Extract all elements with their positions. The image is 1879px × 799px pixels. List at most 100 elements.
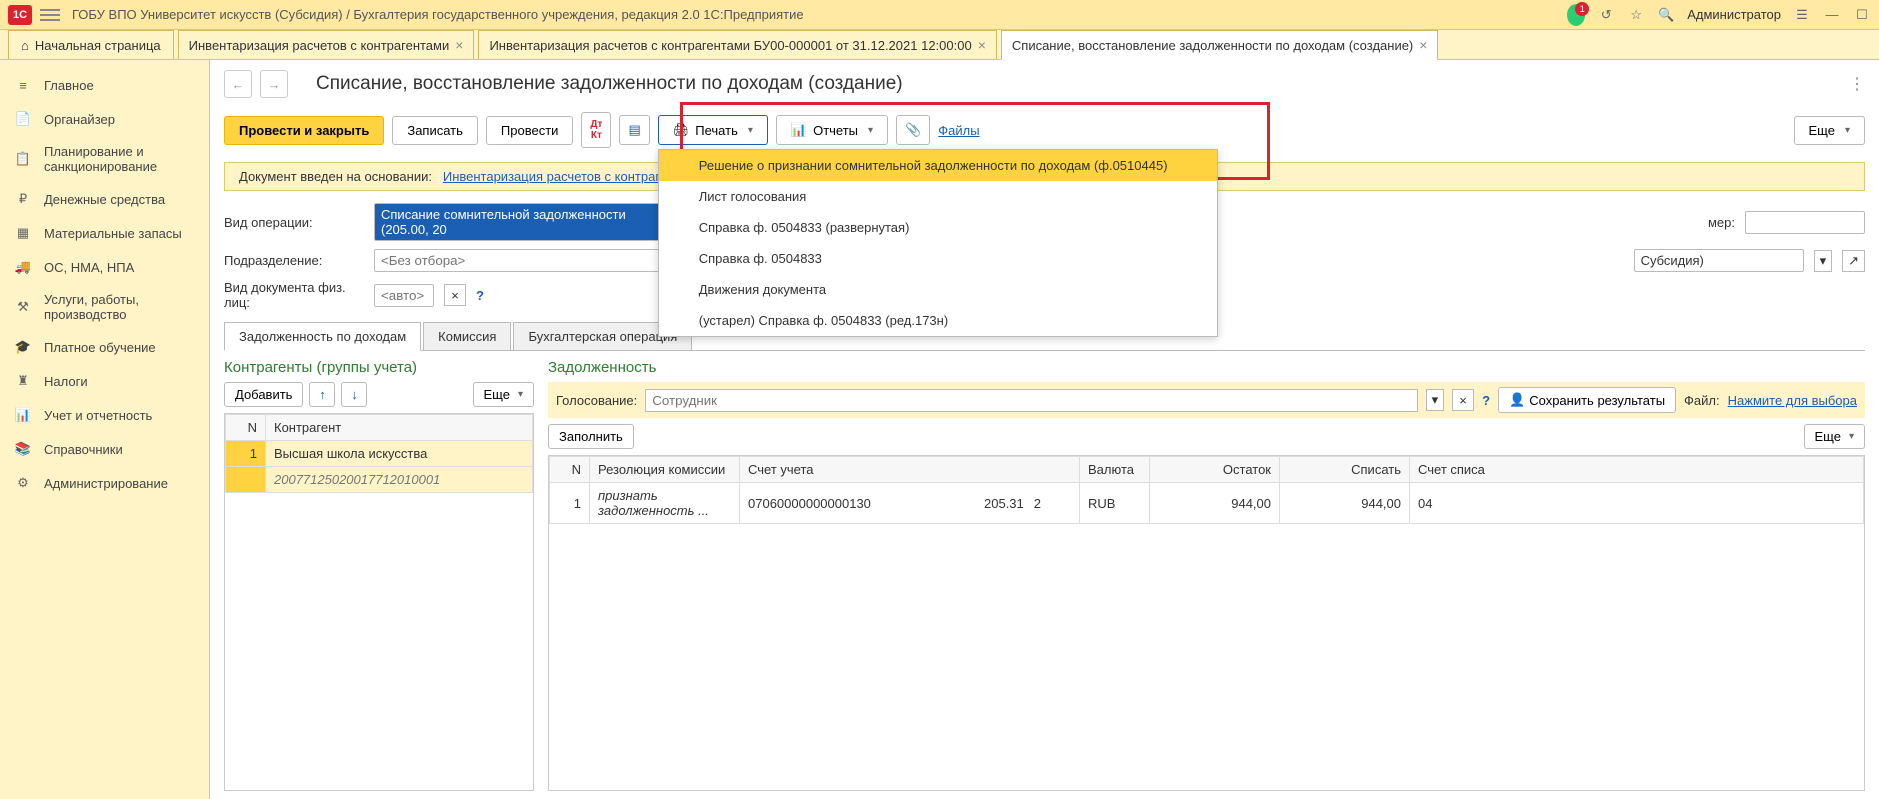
grid-icon: ▦ <box>14 224 32 242</box>
file-label: Файл: <box>1684 393 1720 408</box>
print-item-moves[interactable]: Движения документа <box>659 274 1217 305</box>
notifications-icon[interactable] <box>1567 6 1585 24</box>
attach-button[interactable]: 📎 <box>896 115 930 145</box>
sidebar-item-refs[interactable]: 📚Справочники <box>0 432 209 466</box>
chart-icon: 📊 <box>791 122 807 138</box>
home-icon: ⌂ <box>21 38 29 53</box>
more-button[interactable]: Еще <box>473 382 534 407</box>
print-item-ref[interactable]: Справка ф. 0504833 <box>659 243 1217 274</box>
print-item-vote[interactable]: Лист голосования <box>659 181 1217 212</box>
sidebar-label: Планирование и санкционирование <box>44 144 195 174</box>
sidebar-item-assets[interactable]: 🚚ОС, НМА, НПА <box>0 250 209 284</box>
inner-tab-debt[interactable]: Задолженность по доходам <box>224 322 421 351</box>
page-title: Списание, восстановление задолженности п… <box>316 73 903 95</box>
sidebar-item-materials[interactable]: ▦ Материальные запасы <box>0 216 209 250</box>
org-input[interactable]: Субсидия) <box>1634 249 1804 272</box>
save-results-button[interactable]: 👤 Сохранить результаты <box>1498 387 1676 413</box>
minimize-icon[interactable]: — <box>1823 6 1841 24</box>
tab-label: Списание, восстановление задолженности п… <box>1012 38 1413 53</box>
nav-forward-button[interactable]: → <box>260 70 288 98</box>
sidebar-label: Налоги <box>44 374 88 389</box>
user-label[interactable]: Администратор <box>1687 7 1781 22</box>
sidebar-label: ОС, НМА, НПА <box>44 260 134 275</box>
write-button[interactable]: Записать <box>392 116 478 145</box>
sidebar-item-money[interactable]: ₽Денежные средства <box>0 182 209 216</box>
more-menu-icon[interactable]: ⋮ <box>1849 74 1865 94</box>
inner-tab-commission[interactable]: Комиссия <box>423 322 511 350</box>
vote-input[interactable] <box>645 389 1417 412</box>
sidebar-label: Материальные запасы <box>44 226 182 241</box>
sidebar-item-reporting[interactable]: 📊Учет и отчетность <box>0 398 209 432</box>
eagle-icon: ♜ <box>14 372 32 390</box>
header-title: ГОБУ ВПО Университет искусств (Субсидия)… <box>72 7 1567 22</box>
files-link[interactable]: Файлы <box>938 123 979 138</box>
open-icon[interactable]: ↗ <box>1842 250 1865 272</box>
reports-button[interactable]: 📊 Отчеты <box>776 115 888 145</box>
sidebar-item-education[interactable]: 🎓Платное обучение <box>0 330 209 364</box>
table-row[interactable]: 1 признать задолженность ... 07060000000… <box>550 483 1864 524</box>
close-icon[interactable]: × <box>1419 37 1427 53</box>
dept-input[interactable] <box>374 249 684 272</box>
dtkt-button[interactable]: ДтКт <box>581 112 611 148</box>
sidebar-item-main[interactable]: ≡Главное <box>0 68 209 102</box>
counterparties-table[interactable]: NКонтрагент 1 Высшая школа искусства 200… <box>224 413 534 791</box>
sidebar-item-admin[interactable]: ⚙Администрирование <box>0 466 209 500</box>
app-logo: 1C <box>8 5 32 25</box>
more-button[interactable]: Еще <box>1804 424 1865 449</box>
app-header: 1C ГОБУ ВПО Университет искусств (Субсид… <box>0 0 1879 30</box>
settings-lines-icon[interactable]: ☰ <box>1793 6 1811 24</box>
tab-inventory-doc[interactable]: Инвентаризация расчетов с контрагентами … <box>478 30 996 59</box>
table-row[interactable]: 1 Высшая школа искусства <box>226 441 533 467</box>
fill-button[interactable]: Заполнить <box>548 424 634 449</box>
menu-icon[interactable] <box>40 5 60 25</box>
col-n: N <box>550 457 590 483</box>
close-icon[interactable]: × <box>455 37 463 53</box>
maximize-icon[interactable]: ☐ <box>1853 6 1871 24</box>
move-up-button[interactable]: ↑ <box>309 382 335 407</box>
file-link[interactable]: Нажмите для выбора <box>1728 393 1857 408</box>
tab-label: Инвентаризация расчетов с контрагентами <box>189 38 450 53</box>
post-button[interactable]: Провести <box>486 116 574 145</box>
print-item-deprecated[interactable]: (устарел) Справка ф. 0504833 (ред.173н) <box>659 305 1217 336</box>
number-input[interactable] <box>1745 211 1865 234</box>
cell-n: 1 <box>226 441 266 467</box>
tab-writeoff[interactable]: Списание, восстановление задолженности п… <box>1001 30 1439 60</box>
clear-button[interactable]: × <box>1452 389 1474 411</box>
sidebar-item-planning[interactable]: 📋Планирование и санкционирование <box>0 136 209 182</box>
sidebar-label: Платное обучение <box>44 340 156 355</box>
close-icon[interactable]: × <box>978 37 986 53</box>
person-icon: 👤 <box>1509 392 1525 408</box>
help-icon[interactable]: ? <box>476 288 484 303</box>
table-row-sub[interactable]: 20077125020017712010001 <box>226 467 533 493</box>
tab-home[interactable]: ⌂ Начальная страница <box>8 30 174 59</box>
sidebar-item-taxes[interactable]: ♜ Налоги <box>0 364 209 398</box>
star-icon[interactable]: ☆ <box>1627 6 1645 24</box>
sidebar-label: Справочники <box>44 442 123 457</box>
post-close-button[interactable]: Провести и закрыть <box>224 116 384 145</box>
clear-button[interactable]: × <box>444 284 466 306</box>
sidebar-item-organizer[interactable]: 📄Органайзер <box>0 102 209 136</box>
dropdown-icon[interactable]: ▾ <box>1814 250 1833 272</box>
tab-label: Инвентаризация расчетов с контрагентами … <box>489 38 971 53</box>
history-icon[interactable]: ↺ <box>1597 6 1615 24</box>
dropdown-icon[interactable]: ▾ <box>1426 389 1445 411</box>
more-button[interactable]: Еще <box>1794 116 1865 145</box>
list-button[interactable]: ▤ <box>619 115 649 145</box>
print-item-ref-full[interactable]: Справка ф. 0504833 (развернутая) <box>659 212 1217 243</box>
save-label: Сохранить результаты <box>1529 393 1665 408</box>
sidebar-item-services[interactable]: ⚒Услуги, работы, производство <box>0 284 209 330</box>
nav-back-button[interactable]: ← <box>224 70 252 98</box>
col-balance: Остаток <box>1150 457 1280 483</box>
print-button[interactable]: 🖨 Печать <box>658 115 768 145</box>
search-icon[interactable]: 🔍 <box>1657 6 1675 24</box>
debt-table[interactable]: N Резолюция комиссии Счет учета Валюта О… <box>548 455 1865 791</box>
tab-inventory[interactable]: Инвентаризация расчетов с контрагентами … <box>178 30 475 59</box>
help-icon[interactable]: ? <box>1482 393 1490 408</box>
print-dropdown: Решение о признании сомнительной задолже… <box>658 149 1218 337</box>
optype-input[interactable]: Списание сомнительной задолженности (205… <box>374 203 684 241</box>
report-icon: 📊 <box>14 406 32 424</box>
add-button[interactable]: Добавить <box>224 382 303 407</box>
move-down-button[interactable]: ↓ <box>341 382 367 407</box>
print-item-decision[interactable]: Решение о признании сомнительной задолже… <box>659 150 1217 181</box>
doctype-input[interactable] <box>374 284 434 307</box>
